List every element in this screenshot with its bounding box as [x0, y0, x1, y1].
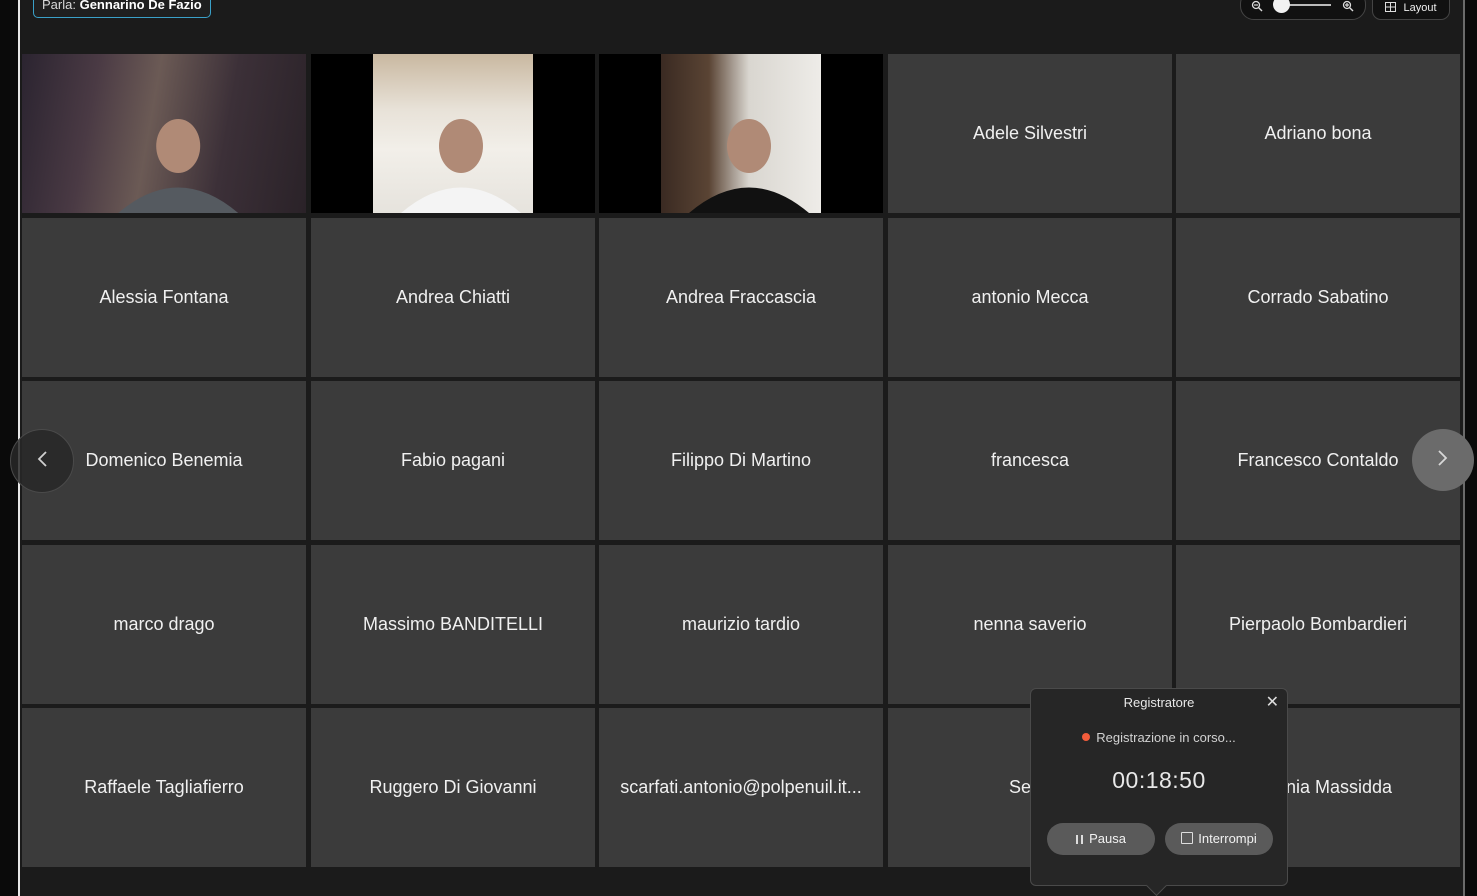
- participant-name: maurizio tardio: [681, 614, 801, 634]
- participant-name: Fabio pagani: [400, 450, 506, 470]
- zoom-out-icon[interactable]: [1251, 0, 1263, 12]
- participant-name: Alessia Fontana: [99, 287, 229, 307]
- participant-name: Andrea Fraccascia: [665, 287, 817, 307]
- previous-page-button[interactable]: [10, 429, 74, 493]
- participant-name: Francesco Contaldo: [1237, 450, 1399, 470]
- participant-name: scarfati.antonio@polpenuil.it...: [620, 777, 862, 797]
- active-speaker-badge: Parla: Gennarino De Fazio: [33, 0, 211, 18]
- recorder-panel: Registratore ✕ Registrazione in corso...…: [1030, 688, 1288, 896]
- participant-tile[interactable]: Massimo BANDITELLI: [311, 545, 595, 704]
- layout-label: Layout: [1403, 2, 1437, 14]
- participant-tile[interactable]: marco drago: [22, 545, 306, 704]
- participant-tile[interactable]: antonio Mecca: [888, 218, 1172, 377]
- participant-tile[interactable]: Corrado Sabatino: [1176, 218, 1460, 377]
- participant-tile[interactable]: Fabio pagani: [311, 381, 595, 540]
- participant-tile[interactable]: Alessia Fontana: [22, 218, 306, 377]
- participant-video-tile[interactable]: [22, 54, 306, 213]
- participant-name: Ruggero Di Giovanni: [369, 777, 537, 797]
- participant-video-feed: [22, 54, 306, 213]
- chevron-left-icon: [36, 448, 48, 474]
- stop-button[interactable]: Interrompi: [1165, 823, 1273, 855]
- stop-label: Interrompi: [1198, 831, 1257, 846]
- participant-tile[interactable]: Ruggero Di Giovanni: [311, 708, 595, 867]
- participant-name: Andrea Chiatti: [395, 287, 511, 307]
- participant-name: Corrado Sabatino: [1247, 287, 1389, 307]
- participant-video-tile[interactable]: [599, 54, 883, 213]
- participant-name: Pierpaolo Bombardieri: [1228, 614, 1408, 634]
- recorder-title: Registratore: [1123, 695, 1195, 710]
- participant-tile[interactable]: scarfati.antonio@polpenuil.it...: [599, 708, 883, 867]
- participant-tile[interactable]: Adriano bona: [1176, 54, 1460, 213]
- participant-tile[interactable]: Adele Silvestri: [888, 54, 1172, 213]
- participant-video-feed: [373, 54, 533, 213]
- participant-name: Adele Silvestri: [972, 123, 1088, 143]
- participant-tile[interactable]: Andrea Fraccascia: [599, 218, 883, 377]
- participant-tile[interactable]: francesca: [888, 381, 1172, 540]
- participant-name: nenna saverio: [973, 614, 1087, 634]
- participant-video-tile[interactable]: [311, 54, 595, 213]
- pause-icon: [1076, 835, 1084, 844]
- participant-tile[interactable]: maurizio tardio: [599, 545, 883, 704]
- participant-tile[interactable]: Raffaele Tagliafierro: [22, 708, 306, 867]
- pause-label: Pausa: [1089, 831, 1126, 846]
- participant-tile[interactable]: Filippo Di Martino: [599, 381, 883, 540]
- recording-timer: 00:18:50: [1112, 767, 1206, 793]
- participant-name: Filippo Di Martino: [670, 450, 812, 470]
- participant-tile[interactable]: Pierpaolo Bombardieri: [1176, 545, 1460, 704]
- recording-status-text: Registrazione in corso...: [1096, 730, 1236, 745]
- layout-button[interactable]: Layout: [1372, 0, 1450, 20]
- participant-name: marco drago: [113, 614, 215, 634]
- stop-icon: [1181, 832, 1194, 844]
- pause-button[interactable]: Pausa: [1047, 823, 1155, 855]
- zoom-slider-handle[interactable]: [1273, 0, 1290, 13]
- participant-name: Domenico Benemia: [85, 450, 243, 470]
- participant-name: francesca: [990, 450, 1070, 470]
- recording-dot-icon: [1082, 733, 1091, 741]
- zoom-control[interactable]: [1240, 0, 1366, 20]
- participant-tile[interactable]: Andrea Chiatti: [311, 218, 595, 377]
- participant-tile[interactable]: nenna saverio: [888, 545, 1172, 704]
- participant-name: Adriano bona: [1264, 123, 1372, 143]
- zoom-in-icon[interactable]: [1342, 0, 1354, 12]
- participant-name: antonio Mecca: [971, 287, 1089, 307]
- speaker-name: Gennarino De Fazio: [79, 0, 202, 12]
- participant-video-feed: [661, 54, 821, 213]
- layout-grid-icon: [1385, 2, 1403, 14]
- participant-name: Massimo BANDITELLI: [362, 614, 544, 634]
- speaker-prefix: Parla:: [42, 0, 76, 12]
- participant-name: Raffaele Tagliafierro: [84, 777, 244, 797]
- close-icon[interactable]: ✕: [1266, 694, 1279, 712]
- chevron-right-icon: [1437, 447, 1449, 473]
- recording-status: Registrazione in corso...: [1031, 730, 1287, 745]
- next-page-button[interactable]: [1412, 429, 1474, 491]
